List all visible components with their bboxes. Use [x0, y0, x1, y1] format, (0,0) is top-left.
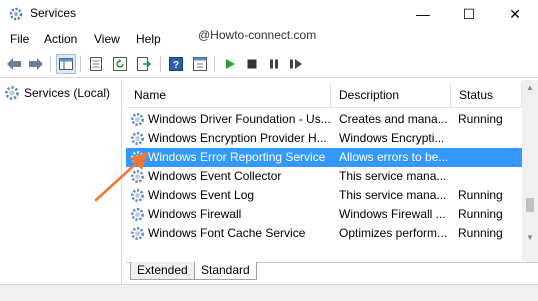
service-status: [458, 129, 518, 148]
help-button[interactable]: ?: [166, 54, 186, 74]
console-button[interactable]: [190, 54, 210, 74]
service-gear-icon: [131, 151, 144, 164]
close-button[interactable]: ✕: [492, 0, 538, 28]
service-status: Running: [458, 207, 503, 221]
export-list-button[interactable]: [134, 54, 154, 74]
console-tree-pane: Services (Local): [0, 80, 122, 301]
service-name: Windows Event Log: [148, 188, 255, 202]
service-gear-icon: [131, 113, 144, 126]
refresh-icon: [113, 57, 127, 71]
pause-icon: [270, 59, 278, 69]
service-gear-icon: [131, 170, 144, 183]
service-status: Running: [458, 226, 503, 240]
toolbar: ?: [0, 50, 538, 78]
properties-icon: [90, 57, 102, 71]
stop-icon: [247, 59, 257, 69]
restart-service-button[interactable]: [286, 54, 306, 74]
tree-item-services-local[interactable]: Services (Local): [4, 84, 110, 102]
tab-standard[interactable]: Standard: [194, 262, 257, 280]
service-name: Windows Font Cache Service: [148, 226, 306, 240]
view-tabs: Extended Standard: [126, 262, 538, 282]
column-header-description[interactable]: Description: [331, 82, 451, 108]
tree-item-label: Services (Local): [24, 86, 111, 100]
services-list-pane: Name Description Status Windows Driver F…: [126, 80, 538, 301]
service-name: Windows Driver Foundation - Us...: [148, 112, 331, 126]
close-icon: ✕: [509, 5, 521, 22]
service-gear-icon: [131, 189, 144, 202]
service-name: Windows Event Collector: [148, 169, 282, 183]
service-description: Windows Firewall ...: [339, 207, 446, 221]
table-row[interactable]: Windows Encryption Provider H... Windows…: [126, 129, 522, 148]
minimize-icon: —: [416, 6, 430, 22]
list-header: Name Description Status: [126, 82, 522, 108]
table-row-selected[interactable]: Windows Error Reporting Service Allows e…: [126, 148, 522, 167]
scroll-up-icon[interactable]: ▲: [522, 80, 538, 94]
start-service-button[interactable]: [220, 54, 240, 74]
service-status: [458, 148, 518, 167]
console-tree-button[interactable]: [56, 54, 76, 74]
back-button[interactable]: [4, 54, 24, 74]
service-gear-icon: [131, 132, 144, 145]
service-name: Windows Firewall: [148, 207, 242, 221]
menu-file[interactable]: File: [10, 32, 29, 46]
console-icon: [193, 57, 207, 71]
service-name: Windows Encryption Provider H...: [148, 131, 327, 145]
service-gear-icon: [131, 208, 144, 221]
service-gear-icon: [131, 227, 144, 240]
table-row[interactable]: Windows Font Cache Service Optimizes per…: [126, 224, 522, 243]
vertical-scrollbar[interactable]: ▲ ▼: [522, 80, 538, 262]
restart-icon: [290, 59, 302, 69]
table-row[interactable]: Windows Driver Foundation - Us... Create…: [126, 110, 522, 129]
column-header-status[interactable]: Status: [451, 82, 522, 108]
service-description: Creates and mana...: [339, 112, 448, 126]
table-row[interactable]: Windows Firewall Windows Firewall ... Ru…: [126, 205, 522, 224]
column-header-name[interactable]: Name: [126, 82, 331, 108]
forward-icon: [29, 58, 43, 70]
table-row[interactable]: Windows Event Log This service mana... R…: [126, 186, 522, 205]
window-title: Services: [30, 6, 77, 20]
menu-help[interactable]: Help: [136, 32, 161, 46]
title-bar: Services — ☐ ✕: [0, 0, 538, 28]
status-bar: [0, 284, 538, 301]
export-icon: [137, 57, 151, 71]
menu-view[interactable]: View: [94, 32, 120, 46]
service-description: This service mana...: [339, 188, 447, 202]
services-gear-icon: [5, 86, 19, 100]
service-status: Running: [458, 112, 503, 126]
maximize-button[interactable]: ☐: [446, 0, 492, 28]
scroll-down-icon[interactable]: ▼: [522, 230, 538, 244]
console-tree-icon: [59, 58, 73, 70]
service-status: Running: [458, 188, 503, 202]
start-icon: [226, 59, 235, 69]
maximize-icon: ☐: [462, 5, 476, 22]
service-name: Windows Error Reporting Service: [148, 150, 326, 164]
service-description: Allows errors to be...: [339, 150, 449, 164]
service-description: Optimizes perform...: [339, 226, 448, 240]
pause-service-button[interactable]: [264, 54, 284, 74]
service-description: Windows Encrypti...: [339, 131, 445, 145]
stop-service-button[interactable]: [242, 54, 262, 74]
menu-action[interactable]: Action: [44, 32, 77, 46]
minimize-button[interactable]: —: [400, 0, 446, 28]
refresh-button[interactable]: [110, 54, 130, 74]
services-app-icon: [9, 7, 23, 21]
svg-text:?: ?: [173, 60, 179, 71]
forward-button[interactable]: [26, 54, 46, 74]
table-row[interactable]: Windows Event Collector This service man…: [126, 167, 522, 186]
tab-extended[interactable]: Extended: [130, 262, 195, 280]
service-description: This service mana...: [339, 169, 447, 183]
scrollbar-thumb[interactable]: [526, 198, 534, 212]
properties-button[interactable]: [86, 54, 106, 74]
service-status: [458, 167, 518, 186]
help-icon: ?: [169, 57, 183, 71]
back-icon: [7, 58, 21, 70]
watermark-text: @Howto-connect.com: [198, 28, 317, 42]
